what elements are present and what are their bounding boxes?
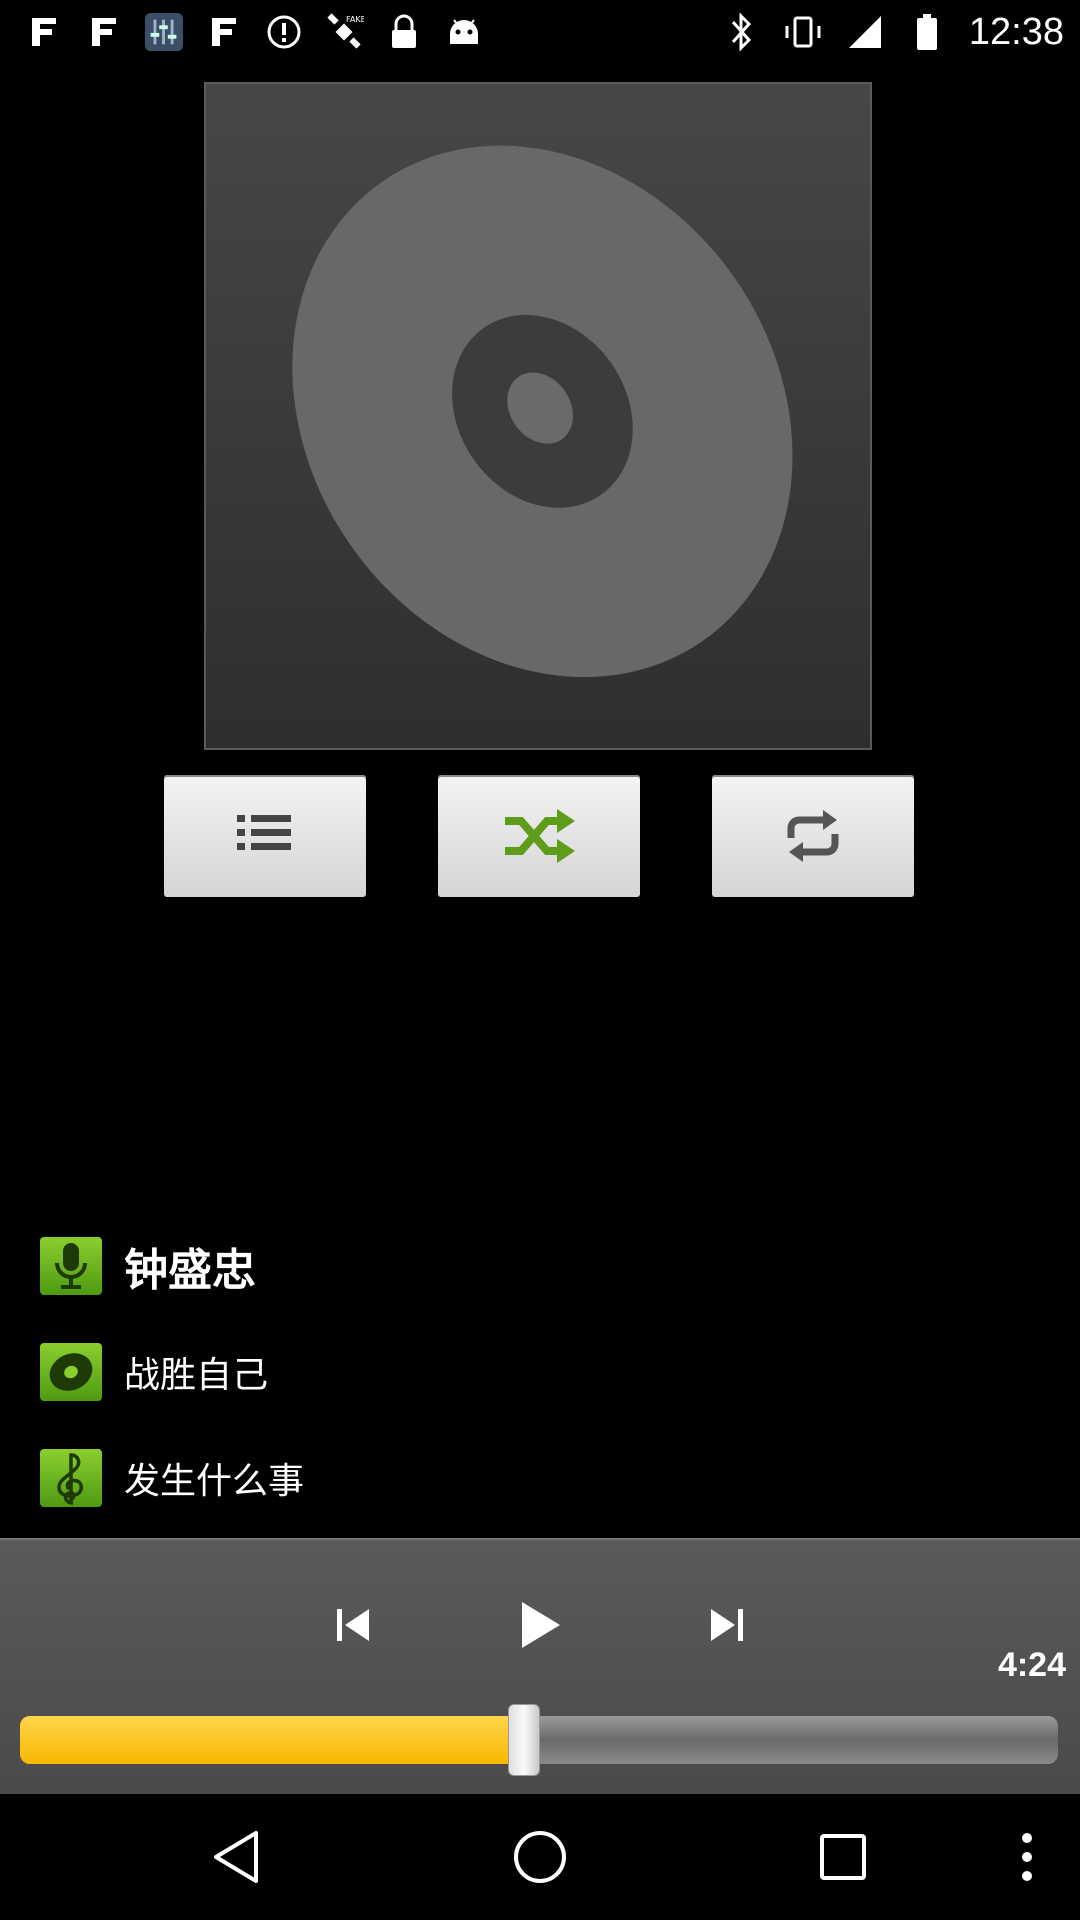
artist-row: 钟盛忠	[40, 1234, 256, 1298]
home-icon	[514, 1831, 566, 1883]
navigation-bar	[0, 1794, 1080, 1920]
repeat-icon	[787, 810, 839, 862]
android-icon	[444, 12, 484, 52]
artist-name: 钟盛忠	[124, 1245, 256, 1296]
back-button[interactable]	[202, 1822, 272, 1892]
alert-icon	[264, 12, 304, 52]
status-bar: FAKE 12:38	[0, 0, 1080, 64]
status-time: 12:38	[968, 10, 1064, 53]
microphone-icon	[40, 1237, 102, 1295]
vibrate-icon	[783, 12, 823, 52]
home-button[interactable]	[505, 1822, 575, 1892]
shuffle-button[interactable]	[438, 775, 640, 897]
title-row: 发生什么事	[40, 1446, 304, 1510]
back-icon	[214, 1831, 258, 1883]
progress-slider[interactable]	[20, 1704, 1058, 1776]
playlist-icon	[237, 815, 291, 850]
bluetooth-icon	[721, 12, 761, 52]
play-button[interactable]	[504, 1590, 574, 1660]
app-f-icon	[84, 12, 124, 52]
skip-next-icon	[711, 1609, 743, 1641]
repeat-button[interactable]	[712, 775, 914, 897]
album-art	[204, 82, 872, 750]
progress-thumb[interactable]	[508, 1704, 541, 1776]
playlist-button[interactable]	[164, 775, 366, 897]
player-bar: 4:24	[0, 1538, 1080, 1796]
app-f-icon	[204, 12, 244, 52]
disc-icon	[292, 145, 793, 678]
album-row: 战胜自己	[40, 1340, 268, 1404]
next-button[interactable]	[692, 1590, 762, 1660]
duration-label: 4:24	[997, 1646, 1066, 1684]
skip-previous-icon	[337, 1609, 369, 1641]
album-disc-icon	[40, 1343, 102, 1401]
treble-clef-icon	[40, 1449, 102, 1507]
signal-icon	[845, 12, 885, 52]
recents-button[interactable]	[808, 1822, 878, 1892]
progress-fill	[20, 1716, 524, 1764]
battery-icon	[907, 12, 947, 52]
album-name: 战胜自己	[124, 1355, 269, 1396]
svg-text:FAKE: FAKE	[346, 15, 364, 24]
fake-gps-icon: FAKE	[324, 12, 364, 52]
recents-icon	[820, 1834, 866, 1880]
app-f-icon	[24, 12, 64, 52]
play-icon	[522, 1602, 560, 1648]
track-title: 发生什么事	[124, 1461, 305, 1502]
overflow-menu-button[interactable]	[992, 1822, 1062, 1892]
menu-icon	[1022, 1833, 1032, 1881]
previous-button[interactable]	[318, 1590, 388, 1660]
lock-icon	[384, 12, 424, 52]
equalizer-icon	[144, 12, 184, 52]
shuffle-icon	[505, 809, 575, 863]
